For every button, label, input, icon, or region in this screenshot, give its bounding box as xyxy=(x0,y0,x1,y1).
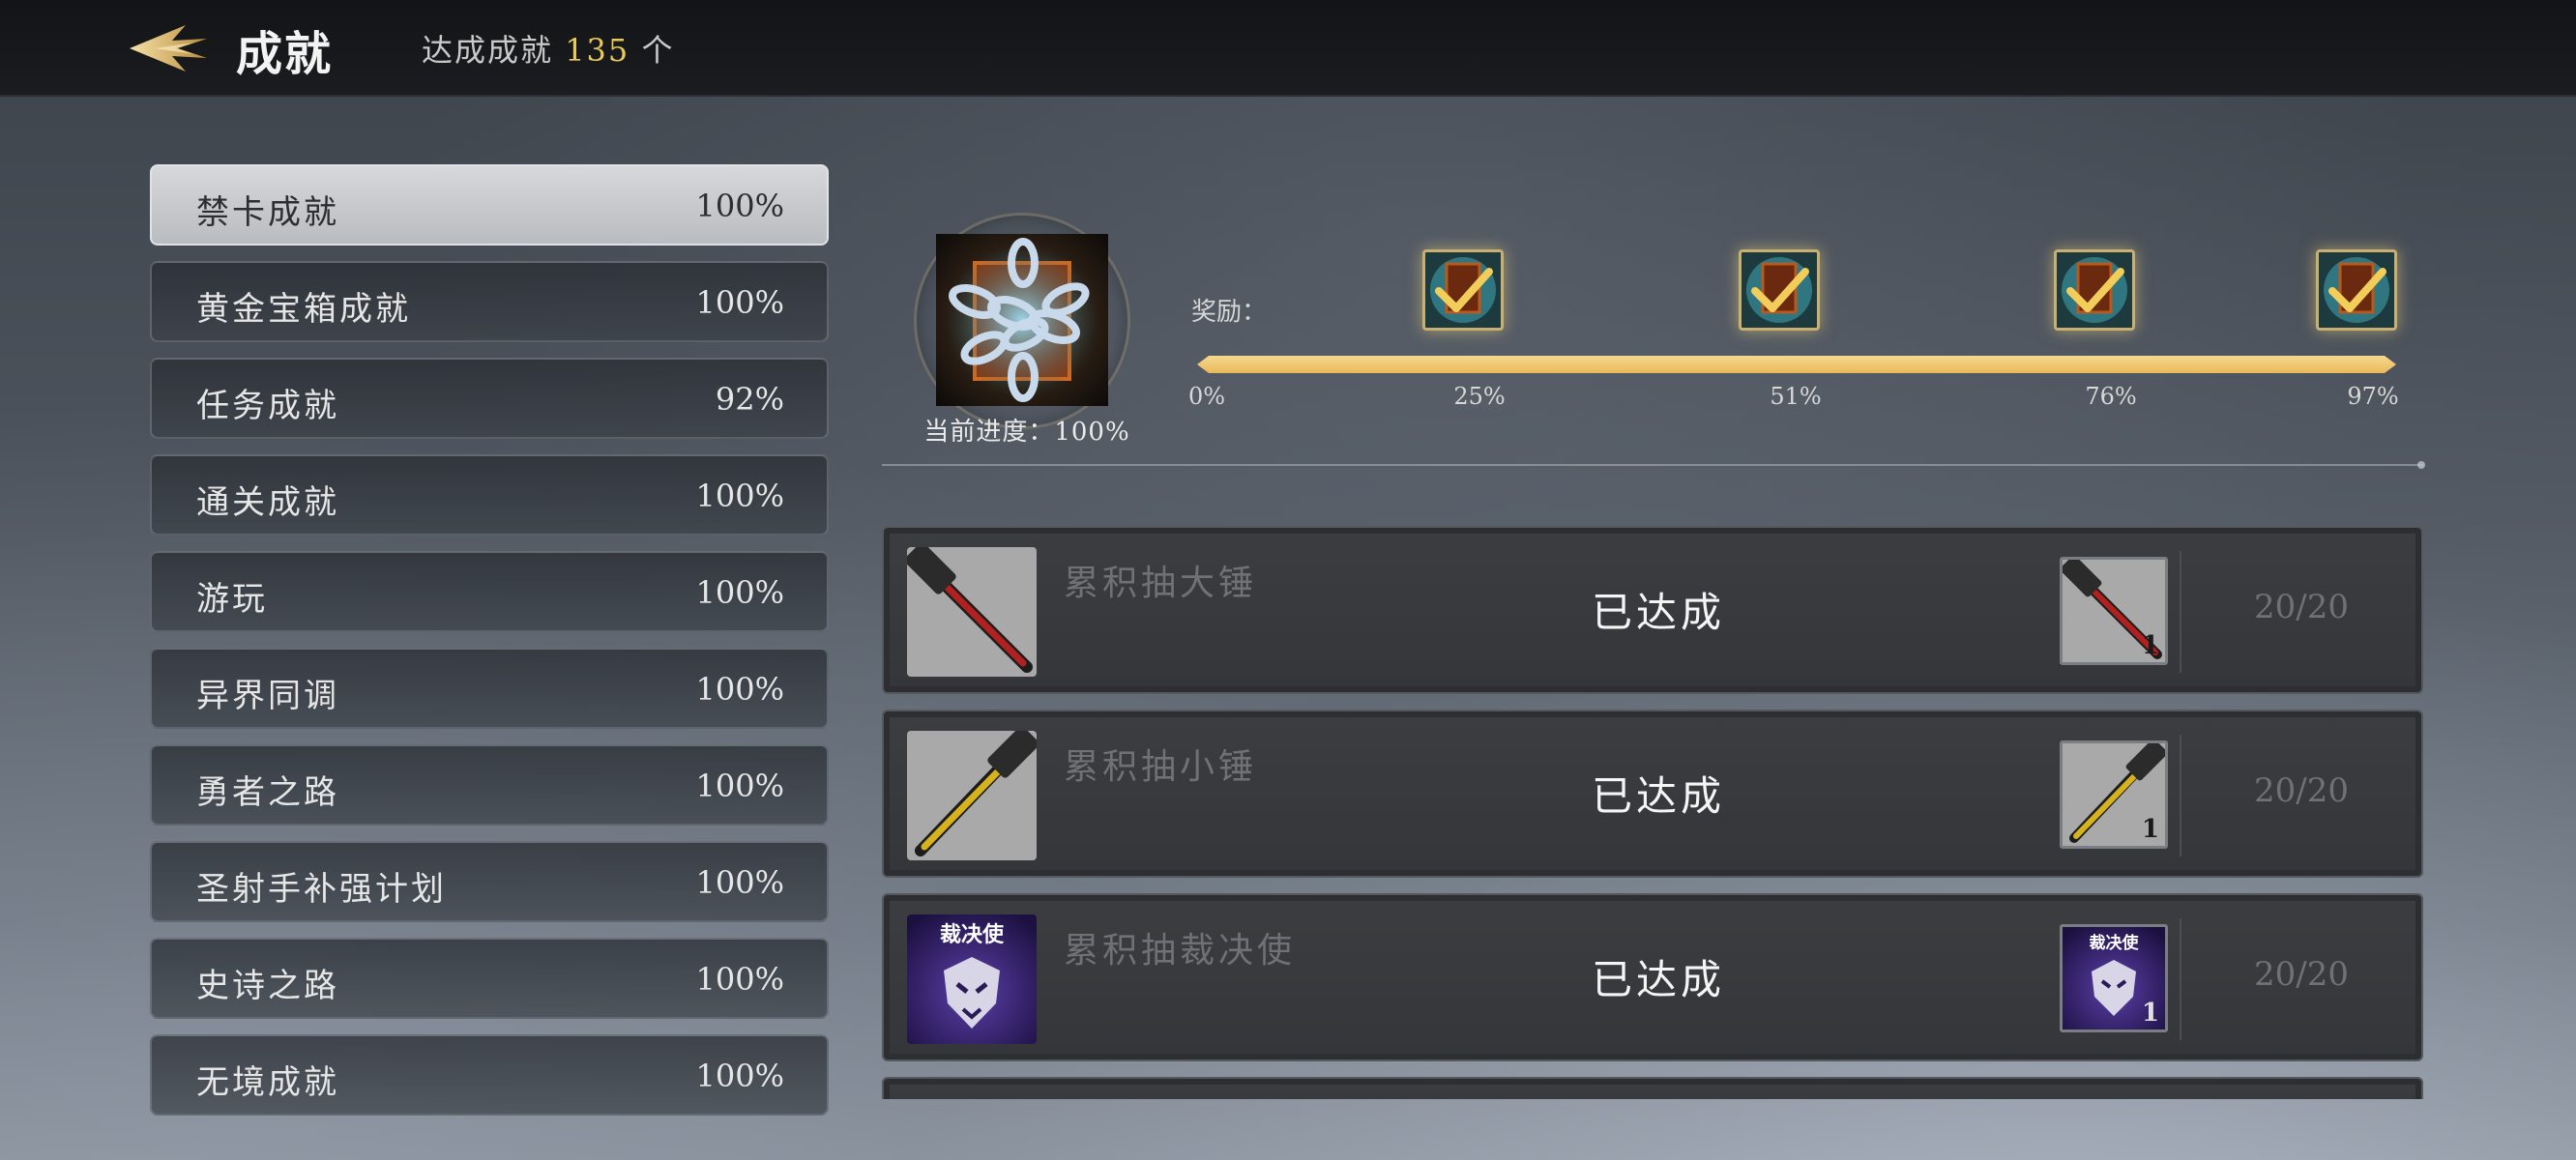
task-reward-item[interactable]: 1 xyxy=(2060,557,2168,665)
task-progress: 20/20 xyxy=(2254,588,2349,626)
chain-badge-icon xyxy=(936,234,1108,406)
claimed-reward-icon[interactable] xyxy=(2054,249,2135,331)
section-divider xyxy=(882,461,2425,469)
task-progress: 20/20 xyxy=(2254,771,2349,810)
sledgehammer-yellow-icon xyxy=(907,731,1037,860)
category-item-boundless[interactable]: 无境成就 100% xyxy=(150,1034,829,1116)
task-name: 累积抽小锤 xyxy=(1064,747,1258,787)
reward-label: 奖励： xyxy=(1191,298,1268,327)
category-item-golden-chest[interactable]: 黄金宝箱成就 100% xyxy=(150,261,829,342)
category-sidebar: 禁卡成就 100% 黄金宝箱成就 100% 任务成就 92% 通关成就 100%… xyxy=(150,164,829,1131)
category-item-banned-cards[interactable]: 禁卡成就 100% xyxy=(150,164,829,246)
reward-quantity: 1 xyxy=(2141,631,2159,660)
judge-card-icon: 裁决使 xyxy=(907,914,1037,1044)
milestone-label: 25% xyxy=(1453,383,1506,410)
category-item-epic-road[interactable]: 史诗之路 100% xyxy=(150,938,829,1019)
category-item-brave-road[interactable]: 勇者之路 100% xyxy=(150,744,829,826)
category-percent: 100% xyxy=(695,574,784,611)
count-suffix: 个 xyxy=(641,32,675,69)
row-separator xyxy=(2180,918,2181,1040)
category-label: 异界同调 xyxy=(196,677,339,715)
category-percent: 100% xyxy=(695,1058,784,1094)
category-percent: 100% xyxy=(695,768,784,804)
task-name: 累积抽裁决使 xyxy=(1064,931,1297,971)
task-row: 裁决使 累积抽裁决使 已达成 裁决使 1 20/20 xyxy=(882,893,2423,1061)
category-label: 通关成就 xyxy=(196,483,339,522)
category-label: 无境成就 xyxy=(196,1063,339,1102)
category-item-clear-stage[interactable]: 通关成就 100% xyxy=(150,454,829,536)
category-label: 史诗之路 xyxy=(196,967,339,1005)
reward-quantity: 1 xyxy=(2141,815,2159,844)
claimed-reward-icon[interactable] xyxy=(1422,249,1504,331)
task-reward-item[interactable]: 裁决使 1 xyxy=(2060,924,2168,1032)
task-row xyxy=(882,1077,2423,1099)
category-label: 圣射手补强计划 xyxy=(196,870,447,909)
task-list[interactable]: 累积抽大锤 已达成 1 20/20 累积抽小锤 已达成 1 20/20 裁决使 … xyxy=(882,526,2423,1099)
row-separator xyxy=(2180,551,2181,673)
category-item-missions[interactable]: 任务成就 92% xyxy=(150,358,829,439)
back-arrow-icon[interactable] xyxy=(126,21,209,75)
category-percent: 100% xyxy=(695,188,784,224)
category-percent: 100% xyxy=(695,961,784,998)
category-item-otherworld-sync[interactable]: 异界同调 100% xyxy=(150,648,829,729)
category-item-ranger-plan[interactable]: 圣射手补强计划 100% xyxy=(150,841,829,922)
count-value: 135 xyxy=(565,32,630,69)
count-prefix: 达成成就 xyxy=(422,32,554,69)
judge-card-label: 裁决使 xyxy=(2090,933,2140,953)
task-reward-item[interactable]: 1 xyxy=(2060,740,2168,849)
category-label: 游玩 xyxy=(196,580,268,619)
task-status: 已达成 xyxy=(1592,956,1726,1003)
page-title: 成就 xyxy=(236,27,334,81)
category-label: 任务成就 xyxy=(196,387,339,425)
category-label: 黄金宝箱成就 xyxy=(196,290,411,329)
task-row: 累积抽大锤 已达成 1 20/20 xyxy=(882,526,2423,694)
category-percent: 100% xyxy=(695,671,784,708)
milestone-label: 0% xyxy=(1187,383,1226,410)
milestone-label: 51% xyxy=(1770,383,1822,410)
category-percent: 100% xyxy=(695,284,784,321)
category-item-play[interactable]: 游玩 100% xyxy=(150,551,829,632)
task-row: 累积抽小锤 已达成 1 20/20 xyxy=(882,710,2423,878)
category-label: 勇者之路 xyxy=(196,773,339,812)
sledgehammer-red-icon xyxy=(907,547,1037,677)
category-percent: 100% xyxy=(695,478,784,514)
judge-card-label: 裁决使 xyxy=(940,922,1005,947)
task-progress: 20/20 xyxy=(2254,955,2349,994)
milestone-label: 76% xyxy=(2085,383,2137,410)
task-status: 已达成 xyxy=(1592,772,1726,820)
claimed-reward-icon[interactable] xyxy=(2316,249,2397,331)
row-separator xyxy=(2180,735,2181,856)
milestone-label: 97% xyxy=(2347,383,2399,410)
category-percent: 92% xyxy=(715,381,784,418)
reward-progress-bar xyxy=(1197,356,2396,373)
category-label: 禁卡成就 xyxy=(196,193,339,232)
current-progress-text: 当前进度：100% xyxy=(923,418,1130,447)
achievement-count: 达成成就 135 个 xyxy=(422,26,674,71)
claimed-reward-icon[interactable] xyxy=(1739,249,1820,331)
task-status: 已达成 xyxy=(1592,589,1726,636)
top-bar: 成就 达成成就 135 个 xyxy=(0,0,2576,97)
category-percent: 100% xyxy=(695,864,784,901)
task-name: 累积抽大锤 xyxy=(1064,564,1258,603)
reward-quantity: 1 xyxy=(2141,999,2159,1028)
